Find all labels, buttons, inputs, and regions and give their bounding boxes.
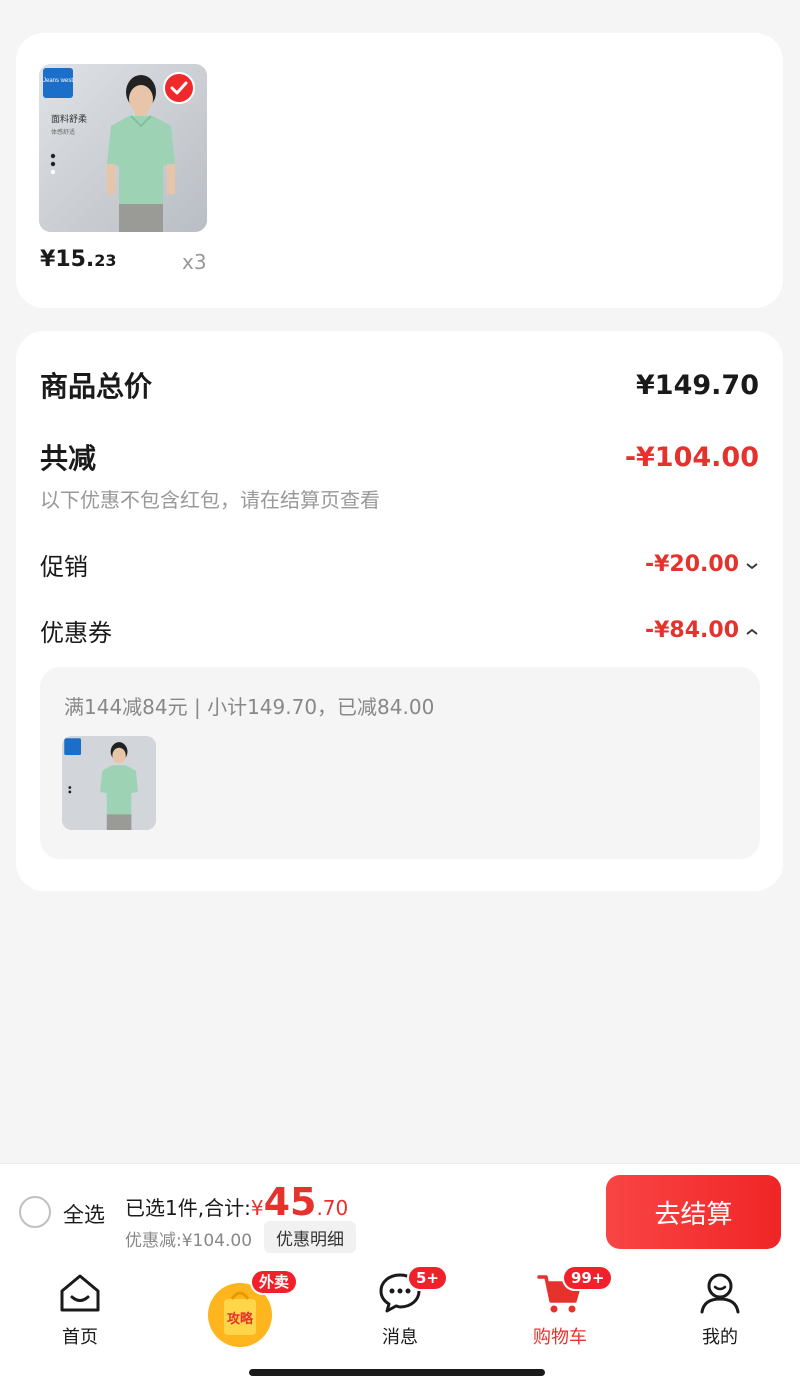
tab-home[interactable]: 首页 — [20, 1271, 140, 1349]
tab-cart-label: 购物车 — [533, 1327, 587, 1348]
checkout-button[interactable]: 去结算 — [606, 1175, 781, 1249]
product-card: Jeans west 面料舒柔 体感舒适 ¥15.23 x3 — [16, 33, 783, 308]
tab-profile[interactable]: 我的 — [660, 1271, 780, 1349]
tab-cart[interactable]: 购物车 99+ — [500, 1265, 620, 1349]
coupon-value-group: -¥84.00 — [645, 618, 759, 643]
reduce-value: -¥104.00 — [624, 441, 759, 473]
checkout-bar: 全选 已选1件,合计: ¥ 45 .70 优惠减:¥104.00 优惠明细 去结… — [0, 1163, 800, 1261]
reduce-label: 共减 — [40, 442, 97, 475]
tab-messages[interactable]: 消息 5+ — [340, 1265, 460, 1349]
image-subcaption: 体感舒适 — [51, 128, 75, 136]
tab-food-delivery[interactable]: 攻略 外卖 — [180, 1269, 300, 1351]
select-all-label[interactable]: 全选 — [63, 1199, 105, 1229]
home-icon — [58, 1271, 102, 1319]
selected-check-icon[interactable] — [163, 72, 195, 104]
selected-total: 已选1件,合计: ¥ 45 .70 — [125, 1180, 348, 1224]
price-summary-card: 商品总价 ¥149.70 共减 -¥104.00 以下优惠不包含红包，请在结算页… — [16, 331, 783, 891]
discount-detail-button[interactable]: 优惠明细 — [264, 1221, 356, 1253]
coupon-label: 优惠券 — [40, 619, 112, 647]
coupon-row[interactable]: 优惠券 -¥84.00 — [40, 613, 759, 648]
total-row: 商品总价 ¥149.70 — [40, 365, 759, 405]
coupon-value: -¥84.00 — [644, 618, 739, 643]
coupon-detail-box: 满144减84元 | 小计149.70，已减84.00 — [40, 667, 760, 859]
chevron-down-icon[interactable] — [745, 552, 759, 577]
tab-home-label: 首页 — [62, 1327, 98, 1348]
total-value: ¥149.70 — [636, 369, 759, 401]
profile-icon — [698, 1271, 742, 1319]
promo-value: -¥20.00 — [644, 552, 739, 577]
brand-text: Jeans west — [43, 78, 73, 84]
reduce-row: 共减 -¥104.00 — [40, 437, 759, 477]
tab-profile-label: 我的 — [702, 1327, 738, 1348]
total-label: 商品总价 — [40, 370, 153, 403]
promo-value-group: -¥20.00 — [645, 552, 759, 577]
total-integer: 45 — [263, 1180, 317, 1224]
cart-badge: 99+ — [562, 1265, 614, 1291]
select-all-radio[interactable] — [19, 1196, 51, 1228]
coupon-product-thumbnail[interactable] — [62, 736, 156, 830]
chevron-up-icon[interactable] — [745, 618, 759, 643]
promo-row[interactable]: 促销 -¥20.00 — [40, 547, 759, 582]
discount-amount: 优惠减:¥104.00 — [125, 1231, 253, 1251]
price-decimal: 23 — [94, 251, 117, 270]
product-price: ¥15.23 — [40, 247, 117, 272]
food-delivery-badge: 外卖 — [250, 1269, 299, 1295]
total-decimal: .70 — [316, 1196, 349, 1220]
coupon-detail-text: 满144减84元 | 小计149.70，已减84.00 — [64, 695, 435, 719]
price-symbol: ¥ — [40, 247, 56, 272]
total-symbol: ¥ — [250, 1196, 264, 1220]
image-caption: 面料舒柔 — [51, 113, 87, 125]
messages-badge: 5+ — [407, 1265, 449, 1291]
selected-prefix: 已选1件,合计: — [125, 1196, 251, 1220]
food-delivery-text: 攻略 — [227, 1311, 254, 1327]
discount-note: 以下优惠不包含红包，请在结算页查看 — [40, 488, 380, 512]
home-indicator[interactable] — [249, 1369, 545, 1376]
tab-messages-label: 消息 — [382, 1327, 418, 1348]
price-integer: 15. — [55, 247, 95, 272]
product-quantity: x3 — [182, 250, 207, 274]
promo-label: 促销 — [40, 553, 88, 581]
